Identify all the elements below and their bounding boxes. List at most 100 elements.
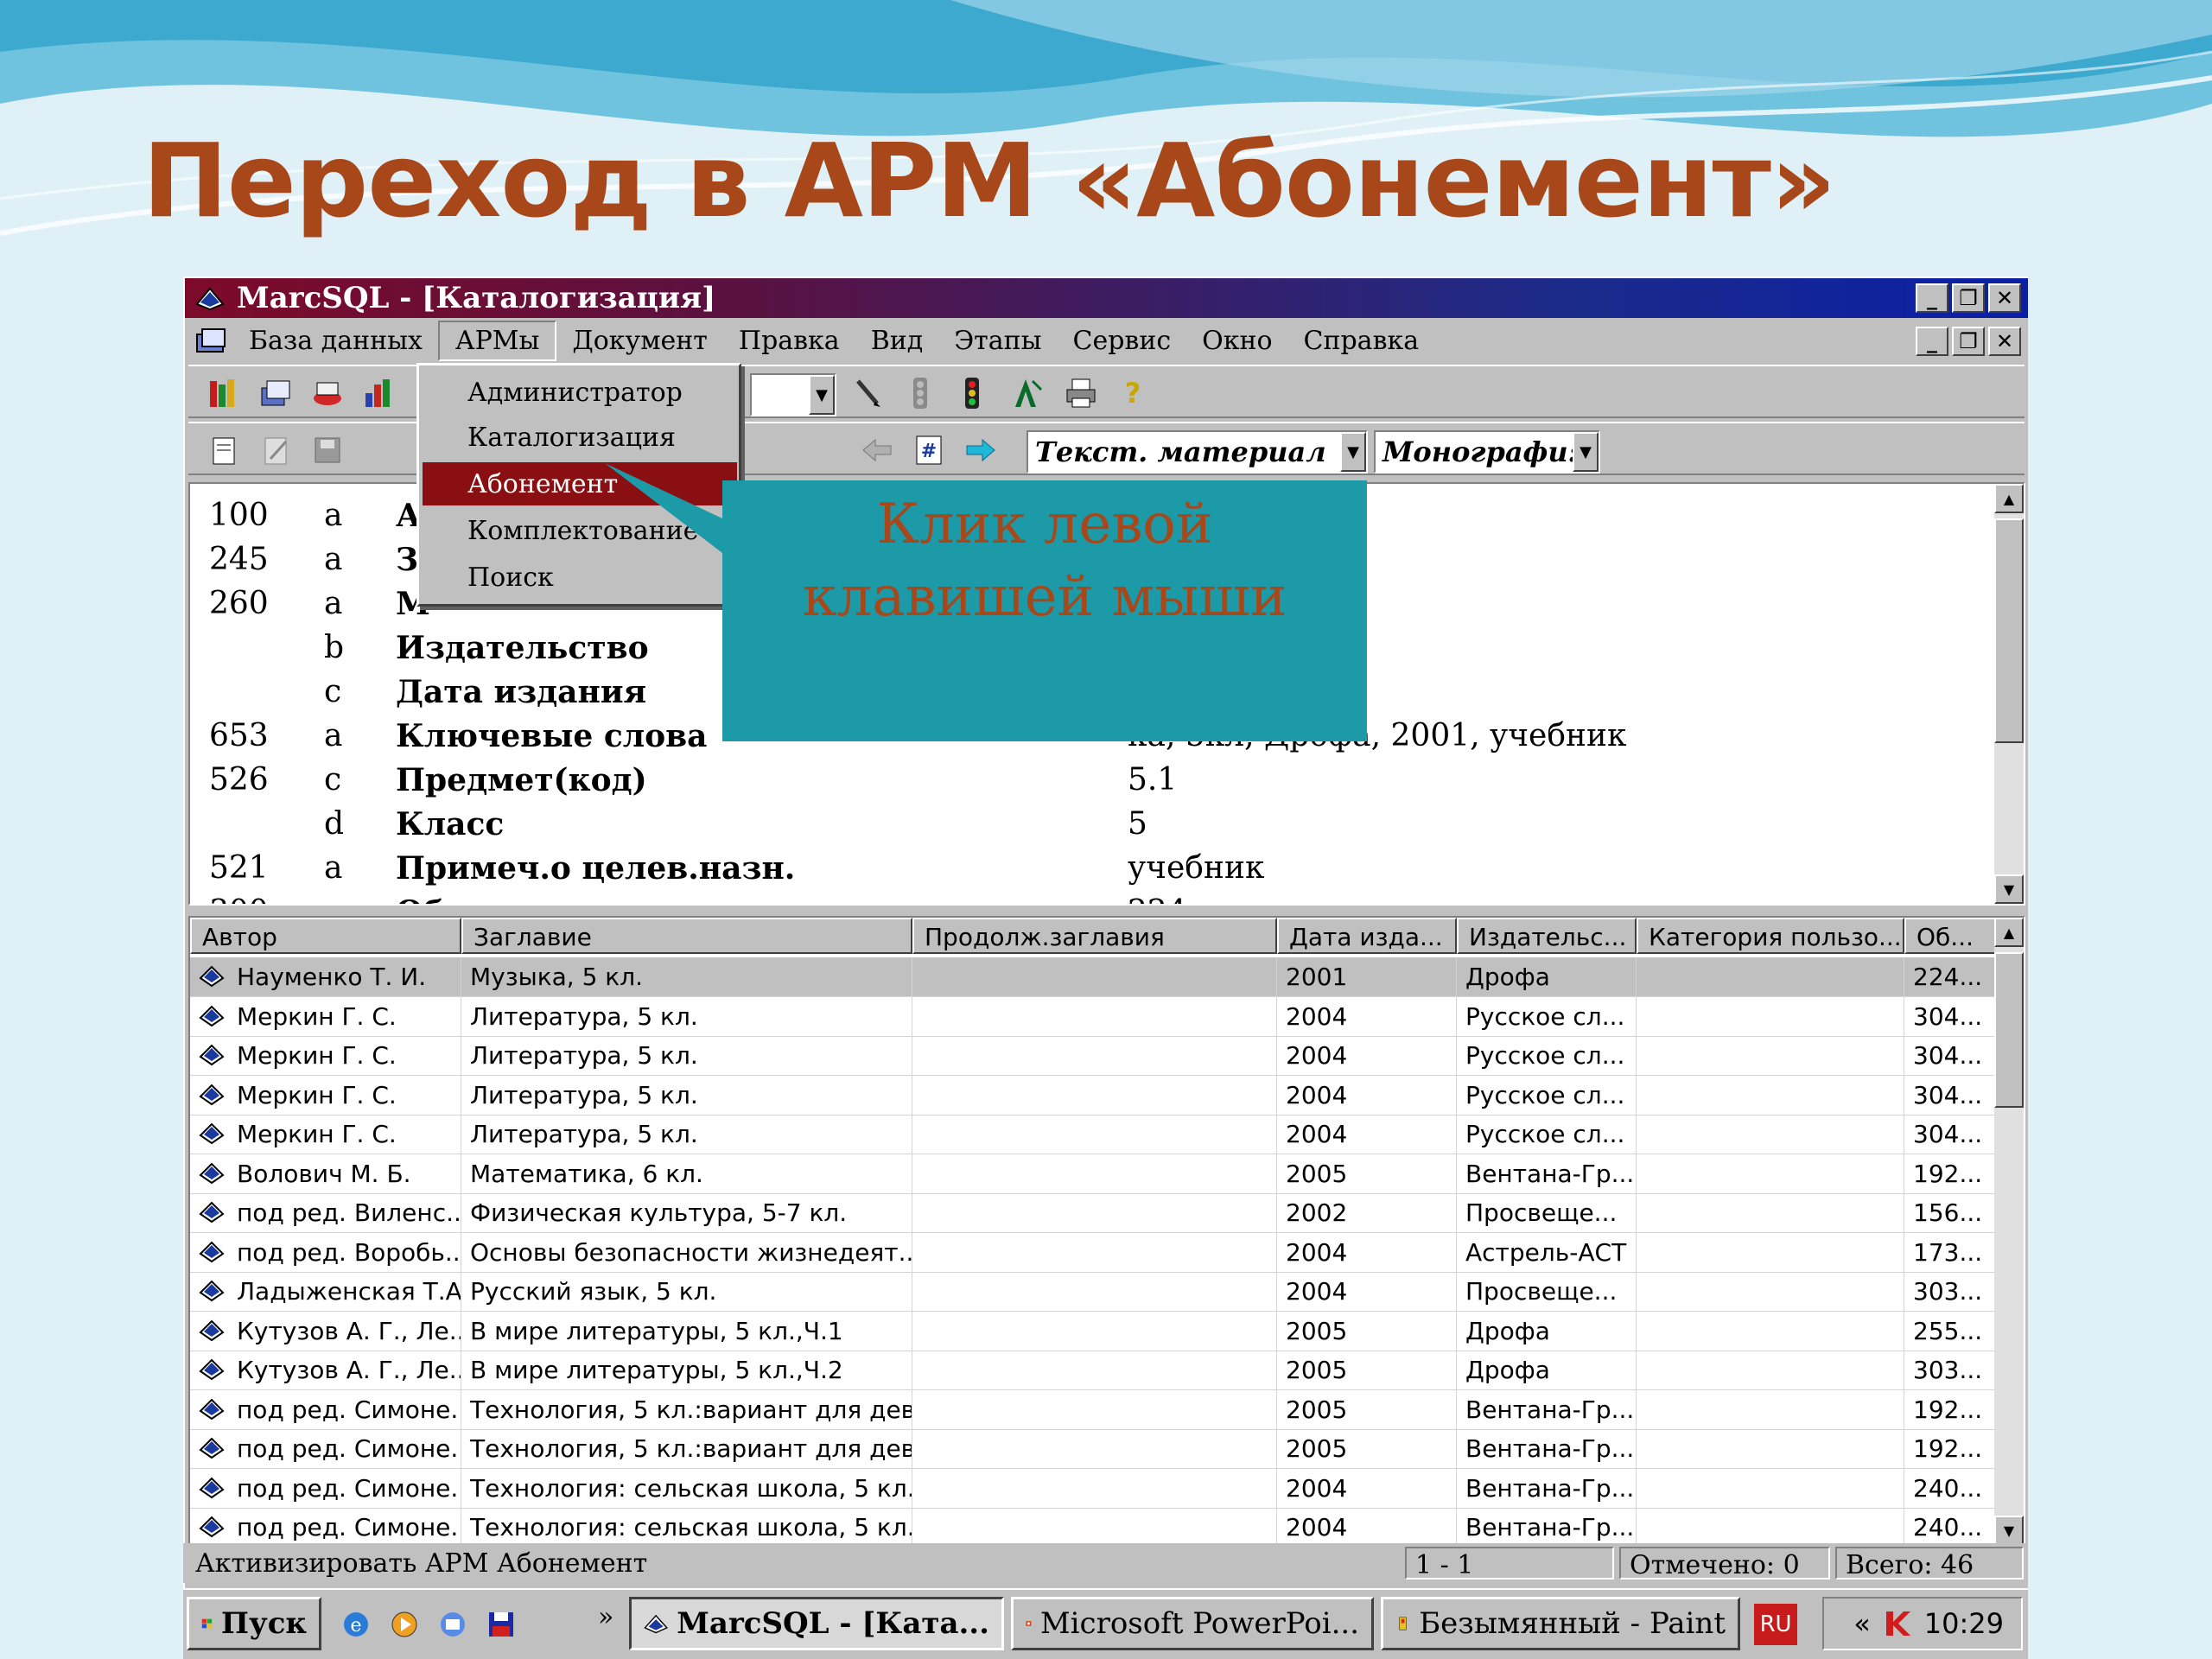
grid-column-header[interactable]: Дата изда... <box>1277 918 1457 954</box>
kaspersky-icon[interactable] <box>1883 1608 1912 1639</box>
table-row[interactable]: Меркин Г. С. Литература, 5 кл. 2004 Русское… <box>190 1036 1998 1076</box>
arm-menu-item-administrator[interactable]: Администратор <box>423 371 737 414</box>
media-player-icon[interactable] <box>387 1605 422 1643</box>
mdi-minimize-button[interactable]: _ <box>1916 327 1948 356</box>
record-scroll-thumb[interactable] <box>1994 518 2024 743</box>
floppy-disk-icon[interactable] <box>484 1605 518 1643</box>
table-row[interactable]: Волович М. Б. Математика, 6 кл. 2005 Вентан… <box>190 1154 1998 1194</box>
grid-column-header[interactable]: Заглавие <box>461 918 912 954</box>
menu-edit[interactable]: Правка <box>723 322 855 359</box>
menu-help[interactable]: Справка <box>1288 322 1435 359</box>
arm-menu-item-cataloguing[interactable]: Каталогизация <box>423 416 737 459</box>
grid-scroll-thumb[interactable] <box>1994 952 2024 1108</box>
table-row[interactable]: под ред. Симоне... Технология, 5 кл.:вари… <box>190 1389 1998 1430</box>
scroll-down-icon[interactable]: ▼ <box>1994 1516 2024 1545</box>
new-record-icon[interactable] <box>204 430 244 470</box>
scroll-up-icon[interactable]: ▲ <box>1994 484 2024 513</box>
quicklaunch-more[interactable]: » <box>598 1602 613 1632</box>
table-row[interactable]: Кутузов А. Г., Ле... В мире литературы, 5… <box>190 1311 1998 1351</box>
table-row[interactable]: под ред. Воробь... Основы безопасности жи… <box>190 1232 1998 1273</box>
grid-scrollbar[interactable]: ▲ ▼ <box>1994 918 2024 1545</box>
records-grid: Автор Заглавие Продолж.заглавия Дата изда..… <box>188 916 2025 1547</box>
start-button[interactable]: Пуск <box>187 1597 321 1650</box>
record-field-row[interactable]: d Класс 5 <box>190 806 1987 849</box>
menu-arms[interactable]: АРМы <box>437 320 557 361</box>
task-powerpoint[interactable]: Microsoft PowerPoi... <box>1011 1597 1374 1650</box>
task-marcsql[interactable]: MarcSQL - [Ката... <box>629 1597 1004 1650</box>
books-icon[interactable] <box>204 373 244 413</box>
arm-menu-item-search[interactable]: Поиск <box>423 556 737 599</box>
table-cell: 304... <box>1904 1115 1998 1154</box>
tray-expand[interactable]: « <box>1853 1607 1871 1640</box>
table-row[interactable]: под ред. Симоне... Технология: сельская ш… <box>190 1508 1998 1545</box>
doc-type-select[interactable]: Текст. материал ▼ <box>1027 430 1368 474</box>
table-row[interactable]: Кутузов А. Г., Ле... В мире литературы, 5… <box>190 1351 1998 1390</box>
database-stack-icon[interactable] <box>256 373 296 413</box>
arm-menu-item-acquisition[interactable]: Комплектование <box>423 509 737 552</box>
record-field-row[interactable]: b Издательство <box>190 630 1987 673</box>
table-row[interactable]: Меркин Г. С. Литература, 5 кл. 2004 Русское… <box>190 1075 1998 1116</box>
table-cell: 304... <box>1904 1036 1998 1076</box>
scroll-down-icon[interactable]: ▼ <box>1994 874 2024 904</box>
print-icon[interactable] <box>1061 373 1101 413</box>
records-icon[interactable] <box>308 373 347 413</box>
menu-database[interactable]: База данных <box>233 322 438 359</box>
menu-service[interactable]: Сервис <box>1058 322 1187 359</box>
task-paint[interactable]: Безымянный - Paint <box>1381 1597 1740 1650</box>
traffic-light-gray-icon[interactable] <box>900 373 940 413</box>
record-field-value: учебник <box>1128 850 1265 886</box>
record-number-icon[interactable]: # <box>909 430 949 470</box>
toolbar-combo-hidden[interactable]: ▼ <box>750 373 836 416</box>
close-button[interactable]: ✕ <box>1988 283 2021 313</box>
table-cell: 2004 <box>1277 1232 1457 1273</box>
outlook-icon[interactable] <box>435 1605 470 1643</box>
grid-column-header[interactable]: Категория пользо... <box>1637 918 1904 954</box>
mdi-close-button[interactable]: ✕ <box>1988 327 2021 356</box>
table-row[interactable]: под ред. Симоне... Технология, 5 кл.:вари… <box>190 1429 1998 1469</box>
table-row[interactable]: Меркин Г. С. Литература, 5 кл. 2004 Русское… <box>190 996 1998 1037</box>
record-field-row[interactable]: 300 a Объем 224 с. <box>190 894 1987 904</box>
menu-document[interactable]: Документ <box>556 322 723 359</box>
edit-record-icon[interactable] <box>256 430 296 470</box>
record-scrollbar[interactable]: ▲ ▼ <box>1994 484 2024 904</box>
arrow-right-icon[interactable] <box>961 430 1001 470</box>
table-row[interactable]: Ладыженская Т.А. Русский язык, 5 кл. 2004 П… <box>190 1272 1998 1312</box>
table-row[interactable]: Меркин Г. С. Литература, 5 кл. 2004 Русское… <box>190 1115 1998 1154</box>
grid-column-header[interactable]: Продолж.заглавия <box>912 918 1277 954</box>
internet-explorer-icon[interactable]: e <box>339 1605 373 1643</box>
grid-column-header[interactable]: Издательс... <box>1457 918 1637 954</box>
arrow-left-icon[interactable] <box>857 430 897 470</box>
table-cell: под ред. Воробь... <box>228 1232 461 1273</box>
scroll-up-icon[interactable]: ▲ <box>1994 918 2024 947</box>
mdi-restore-button[interactable]: ❐ <box>1952 327 1985 356</box>
record-field-row[interactable]: 526 c Предмет(код) 5.1 <box>190 762 1987 805</box>
help-icon[interactable]: ? <box>1113 373 1153 413</box>
window-titlebar[interactable]: MarcSQL - [Каталогизация] _ ❐ ✕ <box>185 278 2028 318</box>
statistics-icon[interactable] <box>359 373 399 413</box>
arm-menu-item-subscription[interactable]: Абонемент <box>423 462 737 505</box>
record-field-row[interactable]: 653 a Ключевые слова ка, 5кл, Дрофа, 2001, … <box>190 718 1987 761</box>
minimize-button[interactable]: _ <box>1916 283 1948 313</box>
record-field-row[interactable]: c Дата издания <box>190 674 1987 717</box>
status-position: 1 - 1 <box>1405 1547 1614 1580</box>
record-field-row[interactable]: 521 a Примеч.о целев.назн. учебник <box>190 850 1987 893</box>
language-indicator[interactable]: RU <box>1754 1604 1797 1645</box>
table-row[interactable]: под ред. Симоне... Технология: сельская ш… <box>190 1468 1998 1509</box>
table-cell <box>912 957 1277 997</box>
doc-kind-select[interactable]: Монографи: ▼ <box>1374 430 1600 474</box>
menu-view[interactable]: Вид <box>855 322 939 359</box>
traffic-light-icon[interactable] <box>952 373 992 413</box>
table-row[interactable]: под ред. Виленс... Физическая культура, 5… <box>190 1193 1998 1233</box>
table-cell: Вентана-Гр... <box>1457 1389 1637 1430</box>
menubar: База данных АРМы Документ Правка Вид Эта… <box>185 320 2028 361</box>
save-icon[interactable] <box>308 430 347 470</box>
font-style-icon[interactable] <box>1007 373 1047 413</box>
table-row[interactable]: Науменко Т. И. Музыка, 5 кл. 2001 Дрофа 224.… <box>190 957 1998 997</box>
grid-column-header[interactable]: Об... <box>1904 918 1998 954</box>
restore-button[interactable]: ❐ <box>1952 283 1985 313</box>
menu-window[interactable]: Окно <box>1186 322 1287 359</box>
menu-stages[interactable]: Этапы <box>938 322 1057 359</box>
pen-icon[interactable] <box>849 373 888 413</box>
grid-column-header[interactable]: Автор <box>190 918 461 954</box>
record-field-name: Ключевые слова <box>396 718 708 754</box>
